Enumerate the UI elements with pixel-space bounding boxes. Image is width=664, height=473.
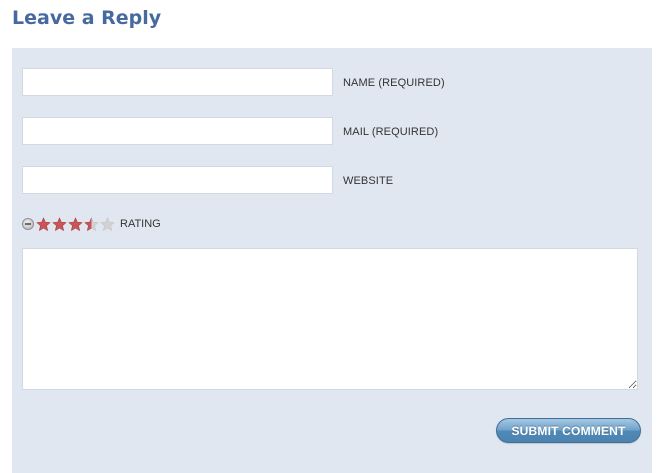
submit-comment-button[interactable]: SUBMIT COMMENT <box>496 418 641 443</box>
website-input[interactable] <box>22 166 333 194</box>
website-label: WEBSITE <box>343 175 394 187</box>
mail-input[interactable] <box>22 117 333 145</box>
comment-form: NAME (REQUIRED) MAIL (REQUIRED) WEBSITE … <box>12 48 652 473</box>
star-icon[interactable] <box>36 216 51 232</box>
comment-textarea[interactable] <box>22 248 638 390</box>
rating-stars <box>36 216 116 232</box>
name-input[interactable] <box>22 68 333 96</box>
rating-label: RATING <box>120 218 161 230</box>
rating-cancel-icon[interactable] <box>22 218 34 230</box>
name-label: NAME (REQUIRED) <box>343 77 445 89</box>
star-icon[interactable] <box>52 216 67 232</box>
reply-heading: Leave a Reply <box>12 7 162 29</box>
mail-label: MAIL (REQUIRED) <box>343 126 439 138</box>
star-icon[interactable] <box>68 216 83 232</box>
star-icon[interactable] <box>100 216 115 232</box>
star-icon[interactable] <box>84 216 99 232</box>
rating-control: RATING <box>22 215 161 233</box>
